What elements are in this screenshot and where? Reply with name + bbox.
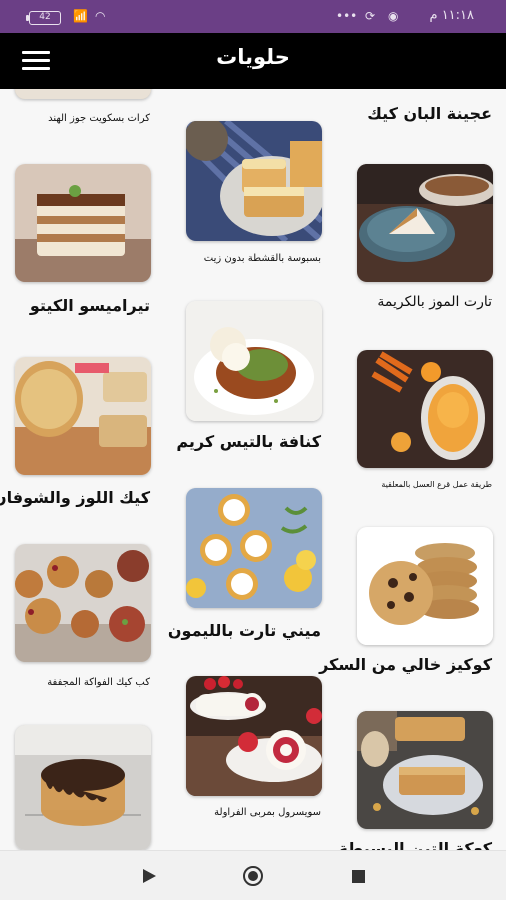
recipe-title[interactable]: كب كيك الفواكة المجففة (47, 677, 150, 688)
recipe-title[interactable]: بسبوسة بالقشطة بدون زيت (204, 253, 321, 264)
more-icon: ••• (336, 9, 358, 23)
recipe-title[interactable]: كيك اللوز والشوفان (0, 488, 150, 507)
sugar-free-cookies-image (357, 527, 493, 645)
almond-oat-cake-image (15, 357, 151, 475)
kunafa-ice-cream-image (186, 301, 322, 421)
swiss-roll-image (186, 676, 322, 796)
signal-icon: 📶 (73, 9, 88, 23)
fig-chocolate-cake-image (15, 725, 151, 850)
recipe-card-image[interactable] (357, 350, 493, 468)
wifi-icon: ◠ (95, 9, 106, 23)
recipe-title[interactable]: سويسرول بمربى الفراولة (214, 807, 321, 818)
recipe-title[interactable]: كنافة بالتيس كريم (176, 432, 321, 451)
sync-icon: ⟳ (365, 9, 376, 23)
coconut-balls-image (15, 89, 151, 99)
fig-cake-image (357, 711, 493, 829)
recipe-card-image[interactable] (357, 711, 493, 829)
recipe-card-image[interactable] (15, 544, 151, 662)
basbousa-image (186, 121, 322, 241)
recipe-card-image[interactable] (15, 725, 151, 850)
recipe-card-image[interactable] (186, 676, 322, 796)
battery-icon: 42 (26, 11, 61, 25)
back-icon[interactable] (143, 869, 156, 883)
recipe-title[interactable]: طريقة عمل قرع العسل بالمعلقية (381, 480, 492, 489)
recipe-title[interactable]: تارت الموز بالكريمة (377, 294, 492, 310)
recipe-card-image[interactable] (15, 357, 151, 475)
recipe-card-image[interactable] (186, 488, 322, 608)
status-time: ١١:١٨ م (429, 8, 475, 23)
system-nav-bar (0, 850, 506, 900)
battery-level: 42 (39, 12, 51, 22)
recents-icon[interactable] (352, 870, 365, 883)
recipe-title[interactable]: كوكيز خالي من السكر (319, 655, 492, 674)
page-title: حلويات (216, 45, 290, 69)
whatsapp-icon: ◉ (388, 9, 399, 23)
fruit-cupcakes-image (15, 544, 151, 662)
recipe-grid[interactable]: كرات بسكويت جوز الهند تيراميسو الكيتو كي… (0, 89, 506, 850)
recipe-card-image[interactable] (357, 164, 493, 282)
recipe-card-image[interactable] (357, 527, 493, 645)
recipe-title[interactable]: ميني تارت بالليمون (168, 621, 321, 640)
recipe-title[interactable]: تيراميسو الكيتو (30, 296, 150, 315)
recipe-card-image[interactable] (186, 301, 322, 421)
recipe-card-image[interactable] (15, 164, 151, 282)
lemon-tarts-image (186, 488, 322, 608)
recipe-title[interactable]: كعكة التين البسيطة (338, 839, 492, 850)
app-bar: حلويات (0, 33, 506, 89)
pumpkin-dessert-image (357, 350, 493, 468)
recipe-title[interactable]: عجينة البان كيك (367, 104, 492, 123)
status-bar: 42 📶 ◠ ••• ⟳ ◉ ١١:١٨ م (0, 0, 506, 33)
recipe-title[interactable]: كرات بسكويت جوز الهند (48, 113, 150, 124)
recipe-card-image[interactable] (186, 121, 322, 241)
banana-cream-tart-image (357, 164, 493, 282)
tiramisu-image (15, 164, 151, 282)
home-icon[interactable] (243, 866, 263, 886)
recipe-card-image[interactable] (15, 89, 151, 99)
